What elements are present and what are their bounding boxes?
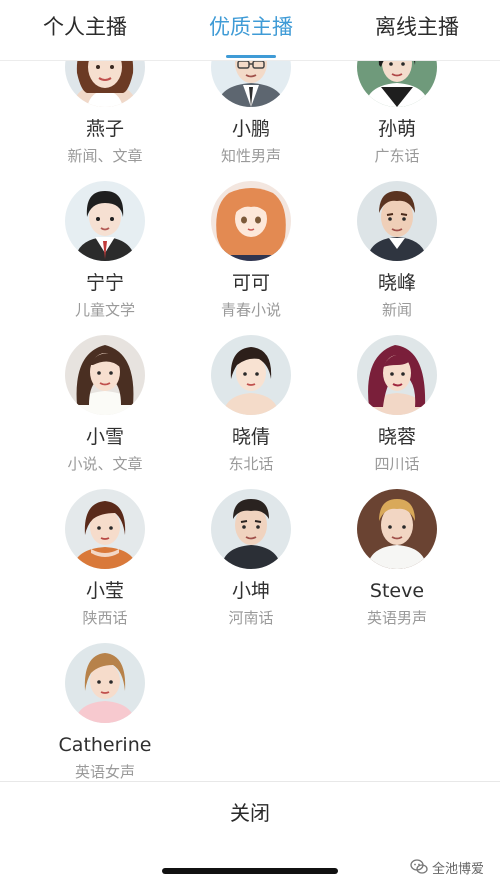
anchor-name: 小坤	[231, 580, 270, 602]
anchor-desc: 新闻	[381, 301, 412, 319]
anchor-desc: 东北话	[228, 455, 274, 473]
anchor-card[interactable]: 晓倩 东北话	[176, 335, 326, 475]
anchor-name: 小莹	[85, 580, 124, 602]
anchor-desc: 青春小说	[220, 301, 281, 319]
anchor-card[interactable]: 宁宁 儿童文学	[30, 181, 180, 321]
male-black-hair-avatar	[211, 489, 291, 569]
anchor-desc: 英语男声	[366, 609, 427, 627]
female-blond-avatar	[65, 643, 145, 723]
anchor-desc: 四川话	[374, 455, 420, 473]
home-indicator	[162, 868, 338, 874]
female-long-hair-avatar	[65, 335, 145, 415]
anchor-grid: 燕子 新闻、文章 小鹏 知性男声 孙萌 广东话 宁宁 儿童文学 可可 青春小说 …	[0, 0, 500, 780]
anchor-card[interactable]: 晓峰 新闻	[322, 181, 472, 321]
anchor-name: 小鹏	[231, 118, 270, 140]
watermark-text: 全池博爱	[431, 861, 484, 877]
female-bob-hair-avatar	[211, 335, 291, 415]
active-tab-indicator	[226, 55, 276, 58]
anchor-desc: 知性男声	[220, 147, 281, 165]
anchor-name: 晓蓉	[377, 426, 416, 448]
watermark: 全池博爱	[410, 855, 484, 879]
tab-bar: 个人主播 优质主播 离线主播	[0, 0, 500, 61]
anchor-card[interactable]: 晓蓉 四川话	[322, 335, 472, 475]
close-button[interactable]: 关闭	[0, 782, 500, 844]
anchor-name: Catherine	[58, 734, 152, 756]
anchor-name: 燕子	[85, 118, 124, 140]
anchor-desc: 儿童文学	[74, 301, 135, 319]
wechat-icon	[410, 859, 428, 874]
anchor-name: 小雪	[85, 426, 124, 448]
anchor-desc: 河南话	[228, 609, 274, 627]
anchor-desc: 英语女声	[74, 763, 135, 780]
tab-offline[interactable]: 离线主播	[352, 10, 482, 44]
anime-girl-avatar	[211, 181, 291, 261]
male-blond-avatar	[357, 489, 437, 569]
anchor-name: 晓倩	[231, 426, 270, 448]
anchor-name: 宁宁	[85, 272, 124, 294]
anchor-picker-screen: 燕子 新闻、文章 小鹏 知性男声 孙萌 广东话 宁宁 儿童文学 可可 青春小说 …	[0, 0, 500, 888]
anchor-name: 晓峰	[377, 272, 416, 294]
tab-premium[interactable]: 优质主播	[186, 10, 316, 44]
tab-personal[interactable]: 个人主播	[20, 10, 150, 44]
female-bob-orange-top-avatar	[65, 489, 145, 569]
female-red-hair-avatar	[357, 335, 437, 415]
anchor-card[interactable]: 可可 青春小说	[176, 181, 326, 321]
anchor-desc: 广东话	[374, 147, 420, 165]
anchor-card[interactable]: Steve 英语男声	[322, 489, 472, 629]
anchor-name: 孙萌	[377, 118, 416, 140]
anchor-card[interactable]: Catherine 英语女声	[30, 643, 180, 780]
anchor-desc: 新闻、文章	[67, 147, 143, 165]
anchor-name: 可可	[231, 272, 270, 294]
anchor-card[interactable]: 小坤 河南话	[176, 489, 326, 629]
anchor-name: Steve	[369, 580, 425, 602]
anchor-card[interactable]: 小莹 陕西话	[30, 489, 180, 629]
anchor-desc: 陕西话	[82, 609, 128, 627]
boy-school-uniform-avatar	[65, 181, 145, 261]
anchor-card[interactable]: 小雪 小说、文章	[30, 335, 180, 475]
anchor-desc: 小说、文章	[67, 455, 143, 473]
male-brown-hair-avatar	[357, 181, 437, 261]
